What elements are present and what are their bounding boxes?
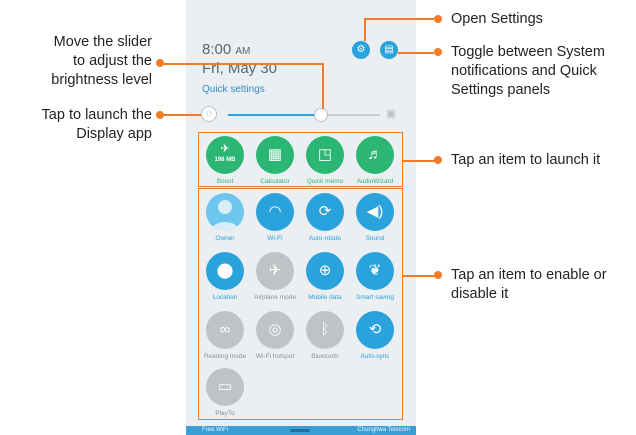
toggle-auto-sync[interactable]: ⟲ Auto-sync	[350, 311, 400, 361]
callout-display-app: Tap to launch the Display app	[41, 107, 152, 142]
toggle-label: Airplane mode	[254, 294, 296, 301]
boost-memory-label: 198 MB	[214, 157, 236, 163]
leader-dot	[434, 156, 442, 164]
display-app-icon[interactable]: ☼	[201, 106, 217, 122]
app-tile-label: Quick memo	[306, 178, 344, 185]
app-tile-audiowizard[interactable]: ♬ AudioWizard	[350, 136, 400, 186]
notifications-toggle-icon[interactable]: ▤	[380, 41, 398, 59]
callout-enable-item: Tap an item to enable or disable it	[451, 267, 607, 302]
callout-open-settings: Open Settings	[451, 11, 543, 27]
leader-slider-v	[322, 63, 324, 109]
toggle-label: Reading mode	[203, 353, 247, 360]
toggle-label: Mobile data	[308, 294, 342, 301]
equalizer-icon: ♬	[356, 136, 394, 174]
toggle-mobile-data[interactable]: ⊕ Mobile data	[300, 252, 350, 302]
playto-icon: ▭	[206, 368, 244, 406]
app-tile-quick-memo[interactable]: ◳ Quick memo	[300, 136, 350, 186]
leader-settings-h	[364, 18, 434, 20]
toggle-smart-saving[interactable]: ❦ Smart saving	[350, 252, 400, 302]
toggle-label: Sound	[365, 235, 385, 242]
leader-launch-h	[403, 160, 435, 162]
toggle-label: Wi-Fi	[267, 235, 283, 242]
location-icon: ⬤	[206, 252, 244, 290]
toggle-reading-mode[interactable]: ∞ Reading mode	[200, 311, 250, 361]
toggle-label: Location	[212, 294, 238, 301]
toggle-label: Auto-sync	[360, 353, 390, 360]
clock: 8:00 AM	[202, 41, 251, 58]
glasses-icon: ∞	[206, 311, 244, 349]
leaf-icon: ❦	[356, 252, 394, 290]
toggle-playto[interactable]: ▭ PlayTo	[200, 368, 250, 418]
leader-display-h	[163, 114, 201, 116]
brightness-slider-thumb[interactable]	[314, 108, 328, 122]
app-tile-label: AudioWizard	[356, 178, 394, 185]
callout-toggle-panels: Toggle between System notifications and Q…	[451, 44, 605, 98]
toggle-label: PlayTo	[215, 410, 235, 417]
leader-settings-v	[364, 18, 366, 41]
mobile-data-icon: ⊕	[306, 252, 344, 290]
home-handle	[290, 429, 310, 432]
toggle-sound[interactable]: ◀) Sound	[350, 193, 400, 243]
callout-slider: Move the slider to adjust the brightness l…	[51, 34, 152, 88]
leader-dot	[434, 48, 442, 56]
auto-brightness-icon[interactable]: ▣	[383, 107, 399, 121]
rocket-icon: ✈ 198 MB	[206, 136, 244, 174]
leader-toggle-h	[398, 52, 434, 54]
memo-icon: ◳	[306, 136, 344, 174]
toggle-bluetooth[interactable]: ᛒ Bluetooth	[300, 311, 350, 361]
toggle-wi-fi[interactable]: ◠ Wi-Fi	[250, 193, 300, 243]
toggle-label: Wi-Fi hotspot	[255, 353, 295, 360]
toggle-label: Auto-rotate	[308, 235, 342, 242]
app-tile-calculator[interactable]: ▦ Calculator	[250, 136, 300, 186]
sound-icon: ◀)	[356, 193, 394, 231]
app-tile-label: Calculator	[260, 178, 290, 185]
hotspot-icon: ◎	[256, 311, 294, 349]
carrier-right: Chunghwa Telecom	[357, 427, 410, 433]
auto-rotate-icon: ⟳	[306, 193, 344, 231]
toggle-auto-rotate[interactable]: ⟳ Auto-rotate	[300, 193, 350, 243]
callout-launch-item: Tap an item to launch it	[451, 152, 601, 168]
carrier-left: Free WiFi	[202, 427, 228, 433]
bluetooth-icon: ᛒ	[306, 311, 344, 349]
toggle-label: Bluetooth	[311, 353, 339, 360]
toggle-airplane-mode[interactable]: ✈ Airplane mode	[250, 252, 300, 302]
toggle-label: Smart saving	[356, 294, 394, 301]
leader-slider-h	[163, 63, 323, 65]
leader-dot	[434, 15, 442, 23]
settings-gear-icon[interactable]: ⚙	[352, 41, 370, 59]
quick-settings-label: Quick settings	[202, 84, 265, 95]
wifi-icon: ◠	[256, 193, 294, 231]
app-tile-label: Boost	[216, 178, 234, 185]
brightness-slider-fill	[228, 114, 321, 116]
app-tile-boost[interactable]: ✈ 198 MB Boost	[200, 136, 250, 186]
toggle-owner[interactable]: Owner	[200, 193, 250, 243]
toggle-wi-fi-hotspot[interactable]: ◎ Wi-Fi hotspot	[250, 311, 300, 361]
calculator-icon: ▦	[256, 136, 294, 174]
toggle-label: Owner	[215, 235, 235, 242]
owner-avatar-icon	[206, 193, 244, 231]
leader-dot	[434, 271, 442, 279]
sync-icon: ⟲	[356, 311, 394, 349]
toggle-location[interactable]: ⬤ Location	[200, 252, 250, 302]
navigation-bar: Free WiFi Chunghwa Telecom	[186, 426, 416, 435]
leader-enable-h	[403, 275, 435, 277]
airplane-icon: ✈	[256, 252, 294, 290]
